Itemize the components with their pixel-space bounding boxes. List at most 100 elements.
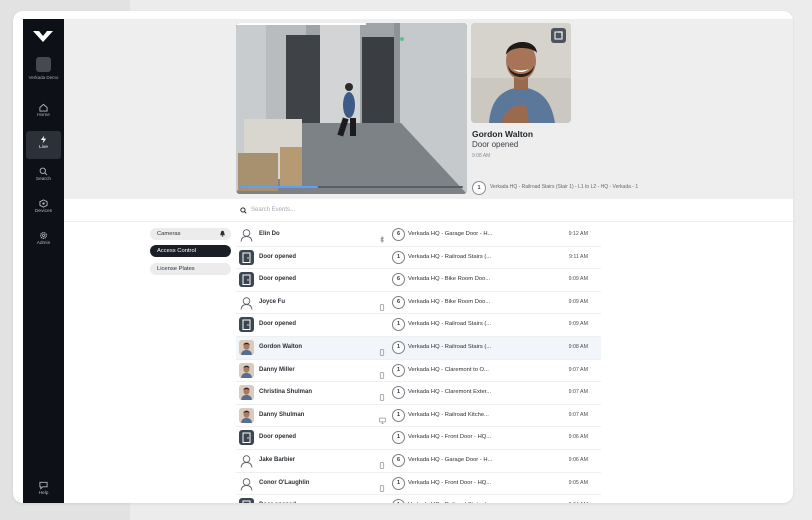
expand-button[interactable] [551,28,566,43]
org-switcher[interactable]: Verkada Demo [23,57,64,81]
event-row[interactable]: Door opened 1Verkada HQ - Railroad Stairs… [236,247,601,270]
event-row[interactable]: Conor O'Laughlin 1 Verkada HQ - Front Door… [236,473,601,496]
door-number-badge: 6 [392,228,405,241]
playback-progress-bar[interactable] [240,186,463,188]
event-avatar [239,339,254,355]
search-input[interactable]: Search Events... [251,207,295,213]
event-location: Verkada HQ - Bike Room Doo... [408,298,491,305]
event-location: Verkada HQ - Front Door - HQ... [408,434,492,441]
person-location: Verkada HQ - Railroad Stairs (Stair 1) -… [490,184,639,190]
person-photo-icon [239,385,254,401]
camera-feed[interactable] [236,23,467,194]
person-outline-icon [240,229,253,242]
mobile-icon [379,371,385,379]
sidebar-item-label: Devices [34,209,53,214]
person-event: Door opened [472,140,519,149]
filter-license-plates[interactable]: License Plates [150,263,231,275]
door-number-badge: 1 [392,363,405,377]
event-row[interactable]: Door opened 1Verkada HQ - Railroad Stairs… [236,314,601,337]
event-row[interactable]: Door opened 1 Verkada HQ - Front Door - HQ… [236,427,601,450]
filter-access-control[interactable]: Access Control [150,245,231,257]
door-icon [242,252,251,263]
person-outline-icon [240,297,253,310]
home-icon [39,103,48,112]
event-avatar [239,498,254,503]
door-number-badge: 6 [392,453,405,467]
event-name: Elin Do [259,231,280,237]
event-row[interactable]: Danny Miller 1 Verkada HQ - Claremont to O… [236,360,601,383]
search-icon [240,207,247,214]
sidebar-item-home[interactable]: Home [26,99,61,127]
door-number-badge: 1 [392,408,405,422]
event-row[interactable]: Danny Shulman 1 Verkada HQ - Railroad Kitc… [236,405,601,428]
event-name: Danny Shulman [259,411,305,418]
credential-type [379,411,386,429]
event-time: 9:08 AM [568,343,588,350]
event-name: Joyce Fu [259,298,286,305]
event-avatar [239,475,254,491]
event-avatar [239,272,254,288]
credential-type [379,479,385,497]
credential-type [379,343,385,361]
event-location: Verkada HQ - Railroad Kitche... [408,411,489,418]
live-view-panel: Gordon Walton Door opened 9:08 AM 1 Verk… [64,19,793,199]
event-location: Verkada HQ - Railroad Stairs (... [408,253,492,260]
door-number-badge: 6 [392,273,405,287]
org-avatar [36,57,51,72]
event-location: Verkada HQ - Railroad Stairs (... [408,343,492,350]
door-number-badge: 1 [392,431,405,445]
person-outline-icon [240,477,253,491]
sidebar-item-admin[interactable]: Admin [26,227,61,255]
event-time: 9:07 AM [568,389,588,396]
door-number-badge: 1 [392,386,405,400]
credential-type [379,230,385,248]
divider [64,221,793,222]
event-time: 9:06 AM [568,456,588,463]
sidebar-item-label: Admin [36,241,51,246]
event-name: Door opened [259,253,296,260]
camera-feed-image [236,23,467,194]
mobile-icon [379,462,385,469]
sidebar-item-live[interactable]: Live [26,131,61,159]
event-name: Door opened [259,321,296,328]
event-avatar [239,362,254,378]
event-name: Gordon Walton [259,343,303,350]
filter-label: Cameras [157,231,181,237]
location-number-badge: 1 [472,181,486,195]
door-icon [242,500,251,503]
door-icon [242,274,251,286]
event-row[interactable]: Elin Do 6 Verkada HQ - Garage Door - H... 9… [236,224,601,247]
credential-type [379,456,385,474]
event-avatar [239,452,254,468]
search-icon [39,167,48,176]
sidebar: Verkada Demo Home Live Search Devices Ad… [23,19,64,503]
door-number-badge: 6 [392,295,405,309]
door-number-badge: 1 [392,499,405,503]
event-time: 9:09 AM [568,298,588,305]
event-location: Verkada HQ - Front Door - HQ... [408,479,492,486]
event-row[interactable]: Joyce Fu 6 Verkada HQ - Bike Room Doo... 9:… [236,292,601,315]
sidebar-item-devices[interactable]: Devices [26,195,61,223]
event-name: Danny Miller [259,366,295,373]
sidebar-item-search[interactable]: Search [26,163,61,191]
event-location: Verkada HQ - Garage Door - H... [408,456,493,463]
sidebar-item-label: Home [37,113,50,118]
event-row[interactable]: Door opened 6 Verkada HQ - Bike Room Doo..… [236,269,601,292]
person-snapshot[interactable] [471,23,571,123]
event-name: Door opened [259,276,296,283]
event-avatar [239,249,254,265]
bell-icon [220,230,225,237]
event-avatar [239,430,254,446]
door-icon [242,319,251,331]
mobile-icon [379,349,385,356]
event-row[interactable]: Door opened 1Verkada HQ - Railroad Stairs… [236,495,601,503]
event-row[interactable]: Christina Shulman 1 Verkada HQ - Claremont… [236,382,601,405]
filter-cameras[interactable]: Cameras [150,228,231,240]
event-location: Verkada HQ - Garage Door - H... [408,231,493,237]
event-row[interactable]: Jake Barbier 6 Verkada HQ - Garage Door - … [236,450,601,473]
event-row[interactable]: Gordon Walton 1 Verkada HQ - Railroad Stai… [236,336,601,361]
event-name: Door opened [259,502,296,503]
sidebar-item-help[interactable]: Help [26,477,61,503]
event-time: 9:12 AM [568,231,588,237]
person-name: Gordon Walton [472,129,534,139]
